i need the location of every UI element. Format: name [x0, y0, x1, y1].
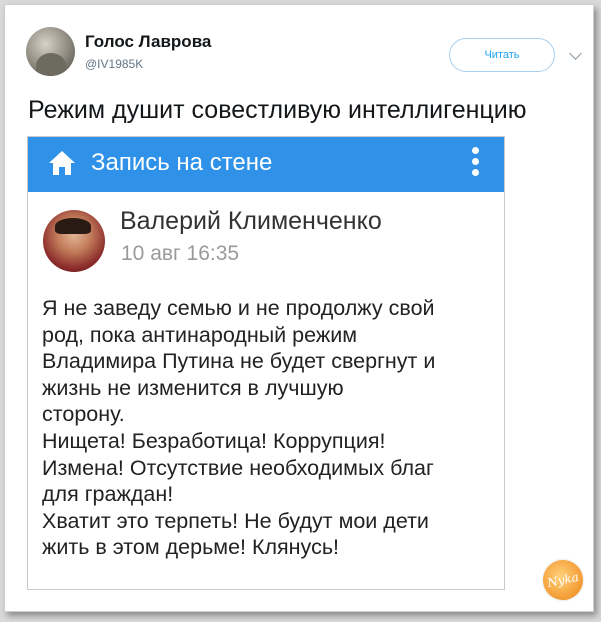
post-body-line: Владимира Путина не будет свергнут и [42, 349, 436, 374]
more-vertical-icon[interactable] [470, 147, 480, 183]
home-icon[interactable] [47, 149, 77, 177]
post-body-line: для граждан! [42, 482, 174, 507]
tweet-card: Голос Лаврова @IV1985K Читать Режим души… [4, 4, 594, 612]
post-body-line: сторону. [42, 402, 125, 427]
follow-button[interactable]: Читать [449, 38, 555, 72]
post-date[interactable]: 10 авг 16:35 [121, 242, 239, 266]
chevron-down-icon[interactable] [569, 47, 582, 60]
tweet-text: Режим душит совестливую интеллигенцию [28, 96, 527, 124]
post-body-line: род, пока антинародный режим [42, 322, 358, 347]
post-body-line: Нищета! Безработица! Коррупция! [42, 428, 386, 453]
watermark-logo: Nyka [539, 556, 587, 604]
author-name[interactable]: Голос Лаврова [85, 32, 211, 52]
post-body-line: Хватит это терпеть! Не будут мои дети [42, 508, 429, 533]
post-author-avatar[interactable] [43, 210, 105, 272]
embed-title: Запись на стене [91, 149, 273, 176]
post-body-line: жизнь не изменится в лучшую [42, 375, 344, 400]
post-body: Я не заведу семью и не продолжу свой род… [42, 295, 497, 561]
embed-header: Запись на стене [28, 137, 504, 192]
post-body-line: жить в этом дерьме! Клянусь! [42, 535, 339, 560]
post-body-line: Я не заведу семью и не продолжу свой [42, 296, 435, 320]
embedded-wall-post: Запись на стене Валерий Клименченко 10 а… [27, 136, 505, 590]
post-body-line: Измена! Отсутствие необходимых благ [42, 455, 434, 480]
post-author-name[interactable]: Валерий Клименченко [120, 207, 382, 236]
author-handle[interactable]: @IV1985K [85, 57, 143, 71]
author-avatar[interactable] [26, 27, 75, 76]
